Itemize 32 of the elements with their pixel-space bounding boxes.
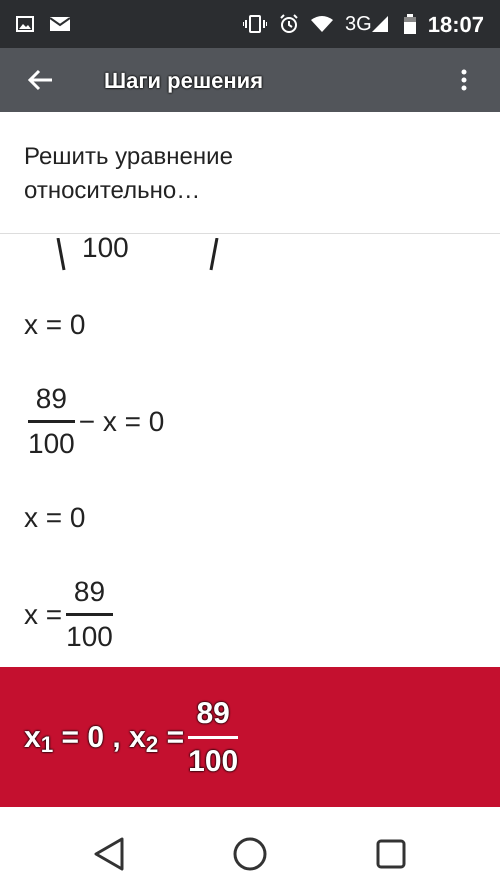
equation-text: x = 0 (24, 501, 86, 535)
clock: 18:07 (428, 10, 484, 38)
header-text: Решить уравнение относительно… (24, 142, 234, 206)
right-paren-fragment (208, 238, 219, 272)
image-icon (16, 16, 34, 32)
home-button[interactable] (232, 837, 267, 871)
equation-text: x$_{1}$ = 0 , x$_{2}$ = (24, 720, 184, 760)
numerator: 89 (196, 696, 230, 732)
equation-text: 100 (82, 234, 129, 262)
numerator: 89 (74, 575, 106, 609)
signal-icon (372, 16, 388, 32)
denominator: 100 (28, 427, 75, 461)
recents-button[interactable] (376, 839, 406, 869)
left-paren-fragment (56, 238, 66, 272)
fraction-bar (66, 613, 113, 616)
more-options-icon[interactable] (461, 69, 467, 91)
battery-icon (404, 14, 416, 34)
fraction-bar (28, 420, 75, 423)
network-type: 3G (345, 12, 372, 37)
wifi-icon (311, 16, 334, 32)
back-nav-button[interactable] (94, 837, 124, 871)
equation-text: x = (24, 598, 62, 632)
screen-title: Шаги решения (104, 66, 264, 95)
numerator: 89 (36, 382, 67, 416)
alarm-icon (279, 14, 300, 34)
mail-icon (50, 16, 70, 32)
denominator: 100 (66, 620, 113, 654)
equation-text: − x = 0 (78, 404, 164, 438)
denominator: 100 (188, 744, 238, 780)
fraction-bar (188, 736, 238, 738)
vibrate-icon (243, 15, 268, 33)
equation-text: x = 0 (24, 308, 86, 342)
